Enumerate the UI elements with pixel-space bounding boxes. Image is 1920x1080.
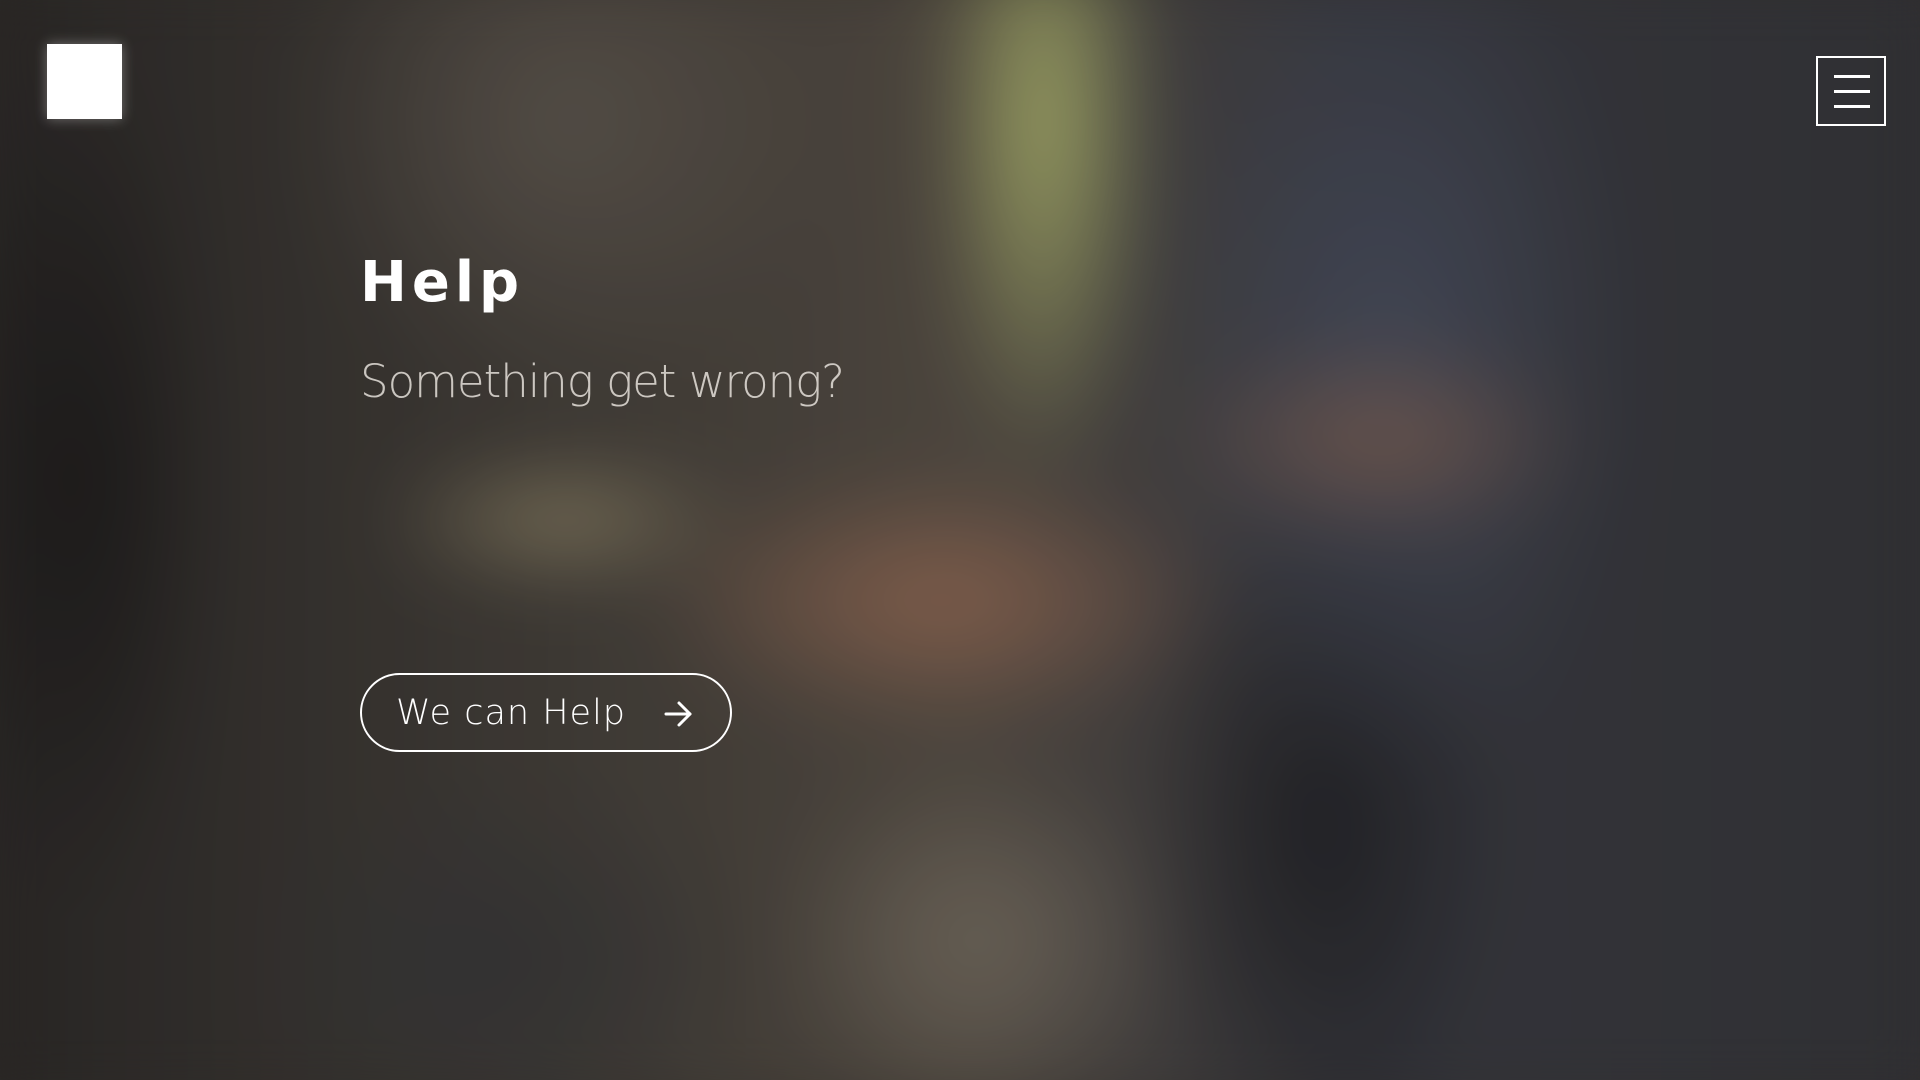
arrow-right-icon — [664, 701, 692, 727]
site-logo[interactable] — [47, 44, 122, 119]
hamburger-menu-icon — [1834, 105, 1870, 108]
we-can-help-button[interactable]: We can Help — [360, 673, 732, 752]
page-title: Help — [360, 250, 525, 315]
hamburger-menu-icon — [1834, 90, 1870, 93]
page-subtitle: Something get wrong? — [360, 355, 845, 408]
help-hero: Help Something get wrong? We can Help — [0, 0, 1920, 1080]
background-overlay — [0, 0, 1920, 1080]
hamburger-menu-icon — [1834, 75, 1870, 78]
cta-label: We can Help — [396, 692, 627, 733]
menu-button[interactable] — [1816, 56, 1886, 126]
